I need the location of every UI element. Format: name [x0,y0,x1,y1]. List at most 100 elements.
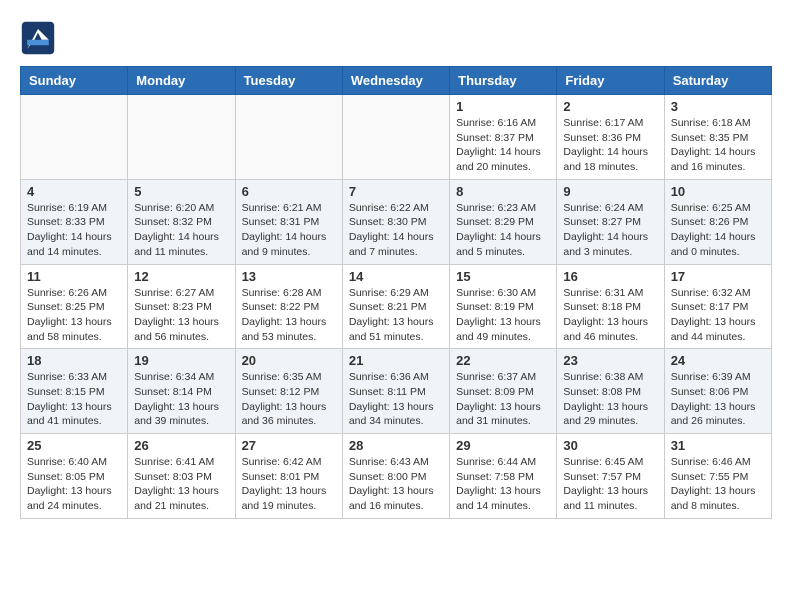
day-info: Sunrise: 6:37 AM Sunset: 8:09 PM Dayligh… [456,370,550,429]
day-cell-10: 10 Sunrise: 6:25 AM Sunset: 8:26 PM Dayli… [664,179,771,264]
weekday-header-thursday: Thursday [450,67,557,95]
day-number: 27 [242,438,336,453]
day-info: Sunrise: 6:36 AM Sunset: 8:11 PM Dayligh… [349,370,443,429]
day-cell-13: 13 Sunrise: 6:28 AM Sunset: 8:22 PM Dayli… [235,264,342,349]
day-cell-1: 1 Sunrise: 6:16 AM Sunset: 8:37 PM Daylig… [450,95,557,180]
day-info: Sunrise: 6:24 AM Sunset: 8:27 PM Dayligh… [563,201,657,260]
day-info: Sunrise: 6:45 AM Sunset: 7:57 PM Dayligh… [563,455,657,514]
day-number: 29 [456,438,550,453]
day-number: 19 [134,353,228,368]
calendar-row-3: 11 Sunrise: 6:26 AM Sunset: 8:25 PM Dayli… [21,264,772,349]
day-number: 10 [671,184,765,199]
day-number: 28 [349,438,443,453]
day-number: 20 [242,353,336,368]
day-info: Sunrise: 6:21 AM Sunset: 8:31 PM Dayligh… [242,201,336,260]
calendar-header-row: SundayMondayTuesdayWednesdayThursdayFrid… [21,67,772,95]
day-number: 30 [563,438,657,453]
day-number: 31 [671,438,765,453]
day-cell-17: 17Sunrise: 6:32 AM Sunset: 8:17 PM Dayli… [664,264,771,349]
day-info: Sunrise: 6:39 AM Sunset: 8:06 PM Dayligh… [671,370,765,429]
logo [20,20,62,56]
day-number: 25 [27,438,121,453]
day-number: 3 [671,99,765,114]
day-info: Sunrise: 6:16 AM Sunset: 8:37 PM Dayligh… [456,116,550,175]
day-cell-9: 9 Sunrise: 6:24 AM Sunset: 8:27 PM Daylig… [557,179,664,264]
day-cell-31: 31 Sunrise: 6:46 AM Sunset: 7:55 PM Dayli… [664,434,771,519]
day-cell-20: 20Sunrise: 6:35 AM Sunset: 8:12 PM Dayli… [235,349,342,434]
day-number: 1 [456,99,550,114]
day-number: 8 [456,184,550,199]
calendar-table: SundayMondayTuesdayWednesdayThursdayFrid… [20,66,772,519]
weekday-header-monday: Monday [128,67,235,95]
day-info: Sunrise: 6:34 AM Sunset: 8:14 PM Dayligh… [134,370,228,429]
logo-icon [20,20,56,56]
day-number: 11 [27,269,121,284]
day-cell-18: 18Sunrise: 6:33 AM Sunset: 8:15 PM Dayli… [21,349,128,434]
weekday-header-wednesday: Wednesday [342,67,449,95]
day-cell-26: 26 Sunrise: 6:41 AM Sunset: 8:03 PM Dayli… [128,434,235,519]
day-number: 6 [242,184,336,199]
day-number: 23 [563,353,657,368]
day-info: Sunrise: 6:22 AM Sunset: 8:30 PM Dayligh… [349,201,443,260]
day-number: 26 [134,438,228,453]
empty-cell [342,95,449,180]
day-info: Sunrise: 6:44 AM Sunset: 7:58 PM Dayligh… [456,455,550,514]
day-number: 7 [349,184,443,199]
day-number: 14 [349,269,443,284]
day-cell-11: 11 Sunrise: 6:26 AM Sunset: 8:25 PM Dayli… [21,264,128,349]
weekday-header-tuesday: Tuesday [235,67,342,95]
day-cell-14: 14 Sunrise: 6:29 AM Sunset: 8:21 PM Dayli… [342,264,449,349]
day-number: 24 [671,353,765,368]
day-info: Sunrise: 6:46 AM Sunset: 7:55 PM Dayligh… [671,455,765,514]
day-info: Sunrise: 6:40 AM Sunset: 8:05 PM Dayligh… [27,455,121,514]
day-cell-28: 28 Sunrise: 6:43 AM Sunset: 8:00 PM Dayli… [342,434,449,519]
day-info: Sunrise: 6:20 AM Sunset: 8:32 PM Dayligh… [134,201,228,260]
day-cell-24: 24 Sunrise: 6:39 AM Sunset: 8:06 PM Dayli… [664,349,771,434]
day-info: Sunrise: 6:23 AM Sunset: 8:29 PM Dayligh… [456,201,550,260]
day-number: 21 [349,353,443,368]
day-number: 5 [134,184,228,199]
day-info: Sunrise: 6:19 AM Sunset: 8:33 PM Dayligh… [27,201,121,260]
day-info: Sunrise: 6:26 AM Sunset: 8:25 PM Dayligh… [27,286,121,345]
weekday-header-saturday: Saturday [664,67,771,95]
day-cell-27: 27 Sunrise: 6:42 AM Sunset: 8:01 PM Dayli… [235,434,342,519]
day-info: Sunrise: 6:28 AM Sunset: 8:22 PM Dayligh… [242,286,336,345]
empty-cell [21,95,128,180]
day-cell-4: 4 Sunrise: 6:19 AM Sunset: 8:33 PM Daylig… [21,179,128,264]
day-cell-8: 8 Sunrise: 6:23 AM Sunset: 8:29 PM Daylig… [450,179,557,264]
day-cell-25: 25 Sunrise: 6:40 AM Sunset: 8:05 PM Dayli… [21,434,128,519]
day-info: Sunrise: 6:17 AM Sunset: 8:36 PM Dayligh… [563,116,657,175]
day-number: 2 [563,99,657,114]
day-info: Sunrise: 6:43 AM Sunset: 8:00 PM Dayligh… [349,455,443,514]
calendar-row-5: 25 Sunrise: 6:40 AM Sunset: 8:05 PM Dayli… [21,434,772,519]
day-number: 12 [134,269,228,284]
day-info: Sunrise: 6:41 AM Sunset: 8:03 PM Dayligh… [134,455,228,514]
day-cell-30: 30 Sunrise: 6:45 AM Sunset: 7:57 PM Dayli… [557,434,664,519]
day-info: Sunrise: 6:42 AM Sunset: 8:01 PM Dayligh… [242,455,336,514]
day-cell-2: 2 Sunrise: 6:17 AM Sunset: 8:36 PM Daylig… [557,95,664,180]
day-number: 16 [563,269,657,284]
day-info: Sunrise: 6:29 AM Sunset: 8:21 PM Dayligh… [349,286,443,345]
day-number: 9 [563,184,657,199]
day-info: Sunrise: 6:30 AM Sunset: 8:19 PM Dayligh… [456,286,550,345]
weekday-header-sunday: Sunday [21,67,128,95]
day-cell-21: 21 Sunrise: 6:36 AM Sunset: 8:11 PM Dayli… [342,349,449,434]
calendar-row-4: 18Sunrise: 6:33 AM Sunset: 8:15 PM Dayli… [21,349,772,434]
empty-cell [235,95,342,180]
day-cell-5: 5 Sunrise: 6:20 AM Sunset: 8:32 PM Daylig… [128,179,235,264]
day-cell-12: 12Sunrise: 6:27 AM Sunset: 8:23 PM Dayli… [128,264,235,349]
day-number: 4 [27,184,121,199]
day-number: 13 [242,269,336,284]
day-info: Sunrise: 6:31 AM Sunset: 8:18 PM Dayligh… [563,286,657,345]
day-info: Sunrise: 6:25 AM Sunset: 8:26 PM Dayligh… [671,201,765,260]
day-cell-6: 6 Sunrise: 6:21 AM Sunset: 8:31 PM Daylig… [235,179,342,264]
day-cell-19: 19 Sunrise: 6:34 AM Sunset: 8:14 PM Dayli… [128,349,235,434]
calendar-row-1: 1 Sunrise: 6:16 AM Sunset: 8:37 PM Daylig… [21,95,772,180]
day-info: Sunrise: 6:18 AM Sunset: 8:35 PM Dayligh… [671,116,765,175]
day-number: 15 [456,269,550,284]
calendar-row-2: 4 Sunrise: 6:19 AM Sunset: 8:33 PM Daylig… [21,179,772,264]
day-number: 18 [27,353,121,368]
page-header [20,20,772,56]
day-cell-7: 7 Sunrise: 6:22 AM Sunset: 8:30 PM Daylig… [342,179,449,264]
day-cell-16: 16 Sunrise: 6:31 AM Sunset: 8:18 PM Dayli… [557,264,664,349]
